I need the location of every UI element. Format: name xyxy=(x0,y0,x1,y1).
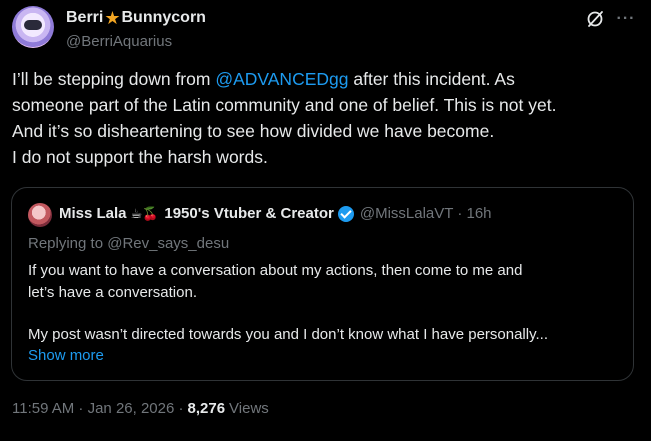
quoted-line-2: let’s have a conversation. xyxy=(28,284,197,301)
replying-to[interactable]: Replying to @Rev_says_desu xyxy=(28,235,229,252)
tweet-line-2: someone part of the Latin community and … xyxy=(12,95,557,115)
display-name-last: Bunnycorn xyxy=(121,9,206,26)
coffee-cherry-emoji-icon: ☕🍒 xyxy=(130,205,159,221)
quoted-line-1: If you want to have a conversation about… xyxy=(28,262,523,279)
tweet-line-4: I do not support the harsh words. xyxy=(12,147,268,167)
star-emoji-icon: ★ xyxy=(104,8,121,28)
tweet-line-1-before: I’ll be stepping down from xyxy=(12,69,216,89)
tweet-text: I’ll be stepping down from @ADVANCEDgg a… xyxy=(12,66,640,170)
author-handle[interactable]: @BerriAquarius xyxy=(66,33,172,50)
tweet-post: Berri ★ Bunnycorn @BerriAquarius ··· I’l… xyxy=(0,0,651,441)
mention-link[interactable]: @ADVANCEDgg xyxy=(215,69,348,89)
author-avatar[interactable] xyxy=(12,6,54,48)
grok-icon[interactable] xyxy=(585,9,605,29)
quoted-tweet-header: Miss Lala ☕🍒 1950's Vtuber & Creator @Mi… xyxy=(59,205,492,222)
author-display-name[interactable]: Berri ★ Bunnycorn xyxy=(66,9,206,27)
views-label: Views xyxy=(229,400,269,417)
quoted-author-title[interactable]: 1950's Vtuber & Creator xyxy=(164,205,333,222)
quoted-line-3: My post wasn’t directed towards you and … xyxy=(28,326,548,343)
tweet-line-1: I’ll be stepping down from @ADVANCEDgg a… xyxy=(12,66,640,92)
verified-badge-icon xyxy=(337,205,354,222)
show-more-link[interactable]: Show more xyxy=(28,347,104,364)
quoted-tweet[interactable]: Miss Lala ☕🍒 1950's Vtuber & Creator @Mi… xyxy=(11,187,634,381)
tweet-line-1-after: after this incident. As xyxy=(348,69,515,89)
tweet-line-3: And it’s so disheartening to see how div… xyxy=(12,121,495,141)
quoted-tweet-text: If you want to have a conversation about… xyxy=(28,260,628,346)
views-count: 8,276 xyxy=(187,400,226,417)
quoted-author-avatar[interactable] xyxy=(28,203,52,227)
tweet-meta: 11:59 AM · Jan 26, 2026 · 8,276 Views xyxy=(12,400,269,417)
display-name-first: Berri xyxy=(66,9,104,26)
more-icon[interactable]: ··· xyxy=(616,10,636,28)
timestamp[interactable]: 11:59 AM · Jan 26, 2026 · xyxy=(12,400,184,417)
quoted-handle-time[interactable]: @MissLalaVT · 16h xyxy=(360,205,492,222)
quoted-author-name[interactable]: Miss Lala xyxy=(59,205,127,222)
